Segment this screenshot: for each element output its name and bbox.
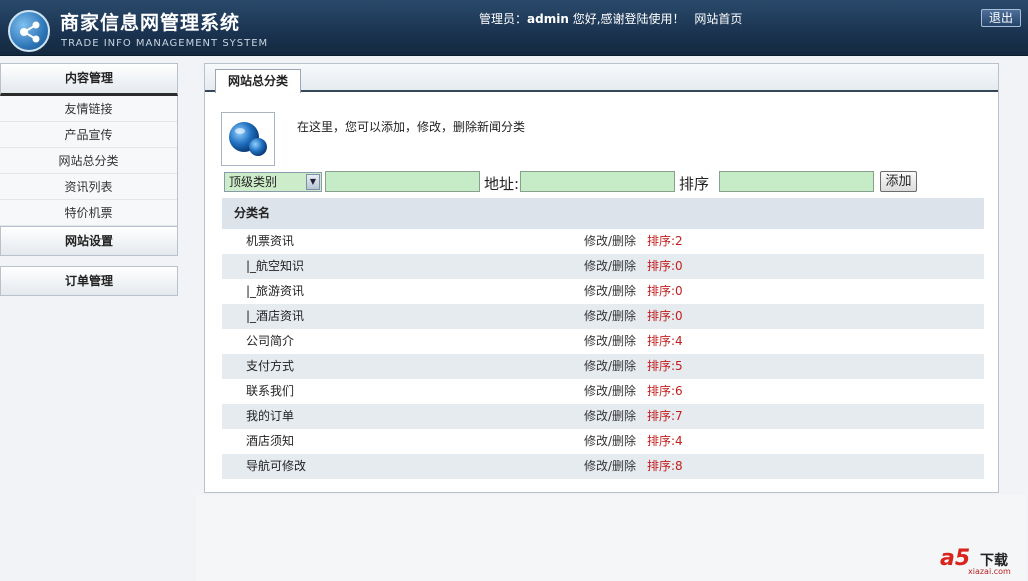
table-header: 分类名 bbox=[222, 198, 984, 229]
category-name: 机票资讯 bbox=[246, 234, 295, 248]
sort-input[interactable] bbox=[719, 171, 874, 192]
watermark-brand: a5 bbox=[940, 546, 971, 571]
sort-order: 排序:0 bbox=[647, 259, 683, 273]
logo-icon bbox=[8, 10, 50, 52]
category-name: |_旅游资讯 bbox=[246, 284, 305, 298]
edit-delete-link[interactable]: 修改/删除 bbox=[584, 379, 636, 404]
watermark-site: xiazai.com bbox=[968, 567, 1011, 576]
table-row: 公司简介 修改/删除 排序:4 bbox=[222, 329, 984, 354]
add-button[interactable]: 添加 bbox=[880, 171, 917, 192]
edit-delete-link[interactable]: 修改/删除 bbox=[584, 329, 636, 354]
sidebar-content-list: 友情链接 产品宣传 网站总分类 资讯列表 特价机票 bbox=[0, 96, 178, 226]
sidebar-section-orders[interactable]: 订单管理 bbox=[0, 266, 178, 296]
category-name: 支付方式 bbox=[246, 359, 295, 373]
main-panel: 网站总分类 在这里，您可以添加，修改，删除新闻分类 顶级类别 ▼ 地址: 排序 bbox=[204, 63, 999, 493]
sort-order: 排序:6 bbox=[647, 384, 683, 398]
welcome-suffix: 您好,感谢登陆使用！ bbox=[568, 12, 685, 26]
tab-categories[interactable]: 网站总分类 bbox=[215, 69, 301, 93]
edit-delete-link[interactable]: 修改/删除 bbox=[584, 454, 636, 479]
sidebar-item-news-list[interactable]: 资讯列表 bbox=[0, 174, 177, 200]
sidebar-item-promo[interactable]: 产品宣传 bbox=[0, 122, 177, 148]
category-name: 联系我们 bbox=[246, 384, 295, 398]
sort-order: 排序:7 bbox=[647, 409, 683, 423]
table-row: 支付方式 修改/删除 排序:5 bbox=[222, 354, 984, 379]
table-row: 我的订单 修改/删除 排序:7 bbox=[222, 404, 984, 429]
watermark-logo: a5 下载 xiazai.com bbox=[940, 546, 1024, 576]
table-row: |_酒店资讯 修改/删除 排序:0 bbox=[222, 304, 984, 329]
table-row: 酒店须知 修改/删除 排序:4 bbox=[222, 429, 984, 454]
app-header: 商家信息网管理系统 TRADE INFO MANAGEMENT SYSTEM 管… bbox=[0, 0, 1028, 56]
tab-bar: 网站总分类 bbox=[205, 64, 998, 93]
table-row: |_航空知识 修改/删除 排序:0 bbox=[222, 254, 984, 279]
sidebar-section-settings[interactable]: 网站设置 bbox=[0, 226, 178, 256]
sidebar-item-links[interactable]: 友情链接 bbox=[0, 96, 177, 122]
category-name: |_航空知识 bbox=[246, 259, 305, 273]
edit-delete-link[interactable]: 修改/删除 bbox=[584, 229, 636, 254]
sort-order: 排序:4 bbox=[647, 334, 683, 348]
edit-delete-link[interactable]: 修改/删除 bbox=[584, 429, 636, 454]
sort-label: 排序 bbox=[679, 175, 710, 193]
category-name-input[interactable] bbox=[325, 171, 480, 192]
welcome-text: 管理员：admin 您好,感谢登陆使用！ 网站首页 bbox=[479, 10, 742, 27]
sidebar-item-categories[interactable]: 网站总分类 bbox=[0, 148, 177, 174]
table-row: |_旅游资讯 修改/删除 排序:0 bbox=[222, 279, 984, 304]
footer-area bbox=[196, 495, 1026, 581]
table-row: 导航可修改 修改/删除 排序:8 bbox=[222, 454, 984, 479]
chevron-down-icon[interactable]: ▼ bbox=[306, 174, 320, 190]
home-link[interactable]: 网站首页 bbox=[694, 12, 742, 26]
welcome-prefix: 管理员： bbox=[479, 12, 528, 26]
edit-delete-link[interactable]: 修改/删除 bbox=[584, 279, 636, 304]
category-name: 我的订单 bbox=[246, 409, 295, 423]
table-row: 机票资讯 修改/删除 排序:2 bbox=[222, 229, 984, 254]
edit-delete-link[interactable]: 修改/删除 bbox=[584, 304, 636, 329]
category-name: 酒店须知 bbox=[246, 434, 295, 448]
address-input[interactable] bbox=[520, 171, 675, 192]
edit-delete-link[interactable]: 修改/删除 bbox=[584, 254, 636, 279]
sidebar-section-content[interactable]: 内容管理 bbox=[0, 63, 178, 96]
sort-order: 排序:2 bbox=[647, 234, 683, 248]
sort-order: 排序:0 bbox=[647, 284, 683, 298]
admin-name: admin bbox=[527, 12, 569, 26]
add-category-form: 顶级类别 ▼ 地址: 排序 添加 bbox=[224, 171, 984, 193]
select-value: 顶级类别 bbox=[229, 175, 278, 189]
app-title: 商家信息网管理系统 bbox=[60, 12, 241, 34]
sort-order: 排序:5 bbox=[647, 359, 683, 373]
sidebar: 内容管理 友情链接 产品宣传 网站总分类 资讯列表 特价机票 网站设置 订单管理 bbox=[0, 63, 178, 296]
table-row: 联系我们 修改/删除 排序:6 bbox=[222, 379, 984, 404]
sidebar-item-tickets[interactable]: 特价机票 bbox=[0, 200, 177, 226]
parent-category-select[interactable]: 顶级类别 ▼ bbox=[224, 172, 322, 192]
category-name: 导航可修改 bbox=[246, 459, 307, 473]
category-name: |_酒店资讯 bbox=[246, 309, 305, 323]
sort-order: 排序:8 bbox=[647, 459, 683, 473]
intro-text: 在这里，您可以添加，修改，删除新闻分类 bbox=[297, 120, 526, 134]
address-label: 地址: bbox=[484, 175, 520, 193]
logout-button[interactable]: 退出 bbox=[981, 9, 1021, 27]
globe-icon bbox=[221, 112, 275, 166]
app-subtitle: TRADE INFO MANAGEMENT SYSTEM bbox=[61, 38, 269, 49]
edit-delete-link[interactable]: 修改/删除 bbox=[584, 354, 636, 379]
category-table: 分类名 机票资讯 修改/删除 排序:2 |_航空知识 修改/删除 排序:0 |_旅游资讯 修改… bbox=[222, 198, 984, 479]
category-name: 公司简介 bbox=[246, 334, 295, 348]
sort-order: 排序:4 bbox=[647, 434, 683, 448]
edit-delete-link[interactable]: 修改/删除 bbox=[584, 404, 636, 429]
sort-order: 排序:0 bbox=[647, 309, 683, 323]
